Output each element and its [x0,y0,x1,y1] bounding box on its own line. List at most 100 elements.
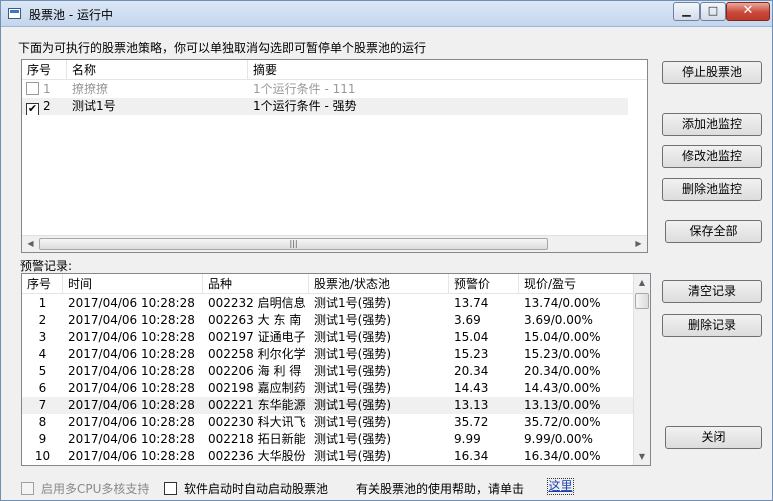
alert-index: 6 [38,381,47,395]
alert-index: 5 [38,364,47,378]
alert-time: 2017/04/06 10:28:28 [68,347,195,361]
clear-records-button[interactable]: 清空记录 [662,280,762,303]
alert-time: 2017/04/06 10:28:28 [68,313,195,327]
delete-monitor-button[interactable]: 删除池监控 [662,178,762,201]
alerts-label: 预警记录: [20,259,73,273]
alert-time: 2017/04/06 10:28:28 [68,296,195,310]
strategy-checkbox[interactable]: ✔ [26,103,39,115]
auto-start-checkbox[interactable]: 软件启动时自动启动股票池 [164,480,328,497]
alert-index: 9 [38,432,47,446]
stock-pool-window: 股票池 - 运行中 ▁ □ ✕ 下面为可执行的股票池策略，你可以单独取消勾选即可… [0,0,773,501]
strategy-row[interactable]: 1 撩撩撩 1个运行条件 - 111 [22,81,628,98]
alert-index: 10 [34,449,51,463]
alert-pool: 测试1号(强势) [314,347,391,361]
close-button[interactable]: 关闭 [665,426,762,449]
alert-pool: 测试1号(强势) [314,364,391,378]
alert-stock: 002230 科大讯飞 [208,415,306,429]
alert-index: 2 [38,313,47,327]
col-header-alert-price[interactable]: 预警价 [449,274,519,294]
alert-price: 15.04 [454,330,489,344]
alert-row[interactable]: 1 2017/04/06 10:28:28 002232 启明信息 测试1号(强势) 1… [22,295,634,312]
strategy-summary: 1个运行条件 - 强势 [253,99,357,113]
alerts-vertical-scrollbar[interactable]: ▲ ▼ [633,274,650,465]
alert-index: 7 [38,398,47,412]
alert-price: 16.34 [454,449,489,463]
alert-row[interactable]: 5 2017/04/06 10:28:28 002206 海 利 得测试1号(强势)… [22,363,634,380]
alert-price: 15.23 [454,347,489,361]
help-text: 有关股票池的使用帮助，请单击 [356,482,525,496]
alert-row[interactable]: 4 2017/04/06 10:28:28 002258 利尔化学 测试1号(强势) 1… [22,346,634,363]
scroll-right-icon[interactable]: ▶ [630,236,647,252]
alert-row[interactable]: 8 2017/04/06 10:28:28 002230 科大讯飞 测试1号(强势) 3… [22,414,634,431]
alert-stock: 002198 嘉应制药 [208,381,306,395]
edit-monitor-button[interactable]: 修改池监控 [662,145,762,168]
scrollbar-thumb[interactable] [635,293,649,309]
col-header-name[interactable]: 名称 [67,60,248,80]
app-icon [8,8,21,19]
alert-index: 3 [38,330,47,344]
title-bar[interactable]: 股票池 - 运行中 ▁ □ ✕ [1,1,772,27]
scroll-down-icon[interactable]: ▼ [634,448,650,465]
delete-records-button[interactable]: 删除记录 [662,314,762,337]
col-header-index[interactable]: 序号 [22,60,67,80]
strategy-list[interactable]: 序号 名称 摘要 1 撩撩撩 1个运行条件 - 111 ✔ 2 测试1号 1个运… [21,59,648,253]
alert-row[interactable]: 6 2017/04/06 10:28:28 002198 嘉应制药 测试1号(强势) 1… [22,380,634,397]
alert-stock: 002263 大 东 南 [208,313,302,327]
alert-row[interactable]: 2 2017/04/06 10:28:28 002263 大 东 南测试1号(强势)… [22,312,634,329]
alert-time: 2017/04/06 10:28:28 [68,381,195,395]
strategy-rows: 1 撩撩撩 1个运行条件 - 111 ✔ 2 测试1号 1个运行条件 - 强势 [22,81,628,115]
strategy-name: 撩撩撩 [72,82,109,96]
alert-row[interactable]: 9 2017/04/06 10:28:28 002218 拓日新能 测试1号(强势) 9… [22,431,634,448]
strategy-row[interactable]: ✔ 2 测试1号 1个运行条件 - 强势 [22,98,628,115]
checkbox-box[interactable] [21,482,34,495]
window-title: 股票池 - 运行中 [29,8,113,22]
alert-current: 9.99/0.00% [524,432,593,446]
alert-pool: 测试1号(强势) [314,330,391,344]
alert-price: 3.69 [454,313,481,327]
alert-price: 9.99 [454,432,481,446]
scroll-up-icon[interactable]: ▲ [634,274,650,291]
alert-current: 13.74/0.00% [524,296,601,310]
alert-row[interactable]: 3 2017/04/06 10:28:28 002197 证通电子 测试1号(强势) 1… [22,329,634,346]
alert-current: 15.04/0.00% [524,330,601,344]
alert-stock: 002236 大华股份 [208,449,306,463]
stop-pool-button[interactable]: 停止股票池 [662,61,762,84]
multi-cpu-checkbox[interactable]: 启用多CPU多核支持 [21,480,149,497]
alert-stock: 002206 海 利 得 [208,364,302,378]
alert-time: 2017/04/06 10:28:28 [68,415,195,429]
alert-pool: 测试1号(强势) [314,313,391,327]
strategy-summary: 1个运行条件 - 111 [253,82,356,96]
scroll-left-icon[interactable]: ◀ [22,236,39,252]
col-header-pool[interactable]: 股票池/状态池 [309,274,449,294]
alert-row[interactable]: 7 2017/04/06 10:28:28 002221 东华能源 测试1号(强势) 1… [22,397,634,414]
alerts-list[interactable]: 序号 时间 品种 股票池/状态池 预警价 现价/盈亏 1 2017/04/06 1… [21,273,651,466]
col-header-summary[interactable]: 摘要 [248,60,647,80]
auto-start-label: 软件启动时自动启动股票池 [184,482,329,496]
alert-pool: 测试1号(强势) [314,432,391,446]
minimize-button[interactable]: ▁ [673,2,700,21]
col-header-time[interactable]: 时间 [63,274,203,294]
dialog-body: 下面为可执行的股票池策略，你可以单独取消勾选即可暂停单个股票池的运行 序号 名称… [9,28,766,497]
alerts-list-header: 序号 时间 品种 股票池/状态池 预警价 现价/盈亏 [22,274,634,294]
col-header-current-price[interactable]: 现价/盈亏 [519,274,634,294]
col-header-stock[interactable]: 品种 [203,274,309,294]
alert-stock: 002218 拓日新能 [208,432,306,446]
add-monitor-button[interactable]: 添加池监控 [662,113,762,136]
alert-row[interactable]: 10 2017/04/06 10:28:28 002236 大华股份 测试1号(强势)… [22,448,634,465]
alert-current: 35.72/0.00% [524,415,601,429]
multi-cpu-label: 启用多CPU多核支持 [41,482,150,496]
strategy-horizontal-scrollbar[interactable]: ◀ ||| ▶ [22,235,647,252]
alert-current: 15.23/0.00% [524,347,601,361]
alert-price: 35.72 [454,415,489,429]
col-header-index[interactable]: 序号 [22,274,63,294]
help-link[interactable]: 这里 [547,478,574,495]
save-all-button[interactable]: 保存全部 [665,220,762,243]
scrollbar-thumb[interactable]: ||| [39,238,548,250]
alert-pool: 测试1号(强势) [314,398,391,412]
checkbox-box[interactable] [164,482,177,495]
close-window-button[interactable]: ✕ [726,2,770,21]
strategy-checkbox[interactable] [26,82,39,95]
alert-stock: 002232 启明信息 [208,296,306,310]
maximize-button[interactable]: □ [700,2,726,21]
alert-time: 2017/04/06 10:28:28 [68,398,195,412]
